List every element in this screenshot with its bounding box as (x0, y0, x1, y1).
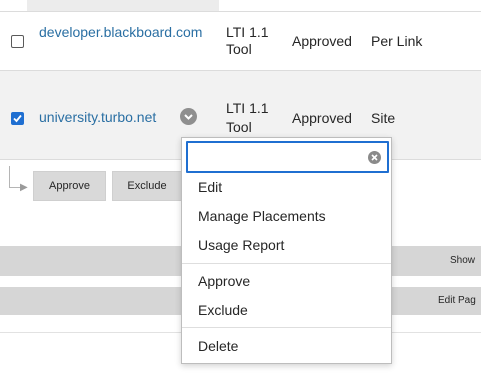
clear-icon[interactable] (368, 151, 381, 164)
show-label: Show (450, 255, 476, 266)
menu-item-exclude[interactable]: Exclude (182, 297, 391, 323)
checkmark-icon (13, 114, 22, 123)
tool-name-link[interactable]: university.turbo.net (39, 109, 156, 125)
approve-button[interactable]: Approve (33, 171, 106, 201)
menu-item-edit[interactable]: Edit (182, 174, 391, 200)
menu-item-usage-report[interactable]: Usage Report (182, 232, 391, 258)
edit-page-label: Edit Pag (438, 295, 476, 306)
arrow-right-icon: ▶ (20, 182, 28, 193)
row-checkbox[interactable] (11, 112, 24, 125)
chevron-down-icon (184, 114, 193, 120)
row-checkbox[interactable] (11, 35, 24, 48)
tool-type-line1: LTI 1.1 (226, 100, 269, 116)
tool-status: Approved (292, 33, 352, 49)
tool-status: Approved (292, 110, 352, 126)
menu-separator (182, 263, 391, 264)
tool-type-line2: Tool (226, 119, 252, 135)
tool-placement: Site (371, 110, 396, 126)
table-row: developer.blackboard.com LTI 1.1 Tool Ap… (0, 12, 481, 70)
row-menu-button[interactable] (180, 108, 197, 125)
tool-type-line1: LTI 1.1 (226, 24, 269, 40)
tool-name-link[interactable]: developer.blackboard.com (39, 24, 202, 40)
tool-type-line2: Tool (226, 41, 252, 57)
menu-separator (182, 327, 391, 328)
menu-item-delete[interactable]: Delete (182, 333, 391, 359)
menu-item-approve[interactable]: Approve (182, 268, 391, 294)
tool-placement: Per Link (371, 33, 423, 49)
context-menu: Edit Manage Placements Usage Report Appr… (181, 137, 392, 364)
exclude-button[interactable]: Exclude (112, 171, 182, 201)
menu-search-field[interactable] (186, 141, 389, 173)
menu-item-manage-placements[interactable]: Manage Placements (182, 203, 391, 229)
menu-search-input[interactable] (194, 147, 364, 167)
